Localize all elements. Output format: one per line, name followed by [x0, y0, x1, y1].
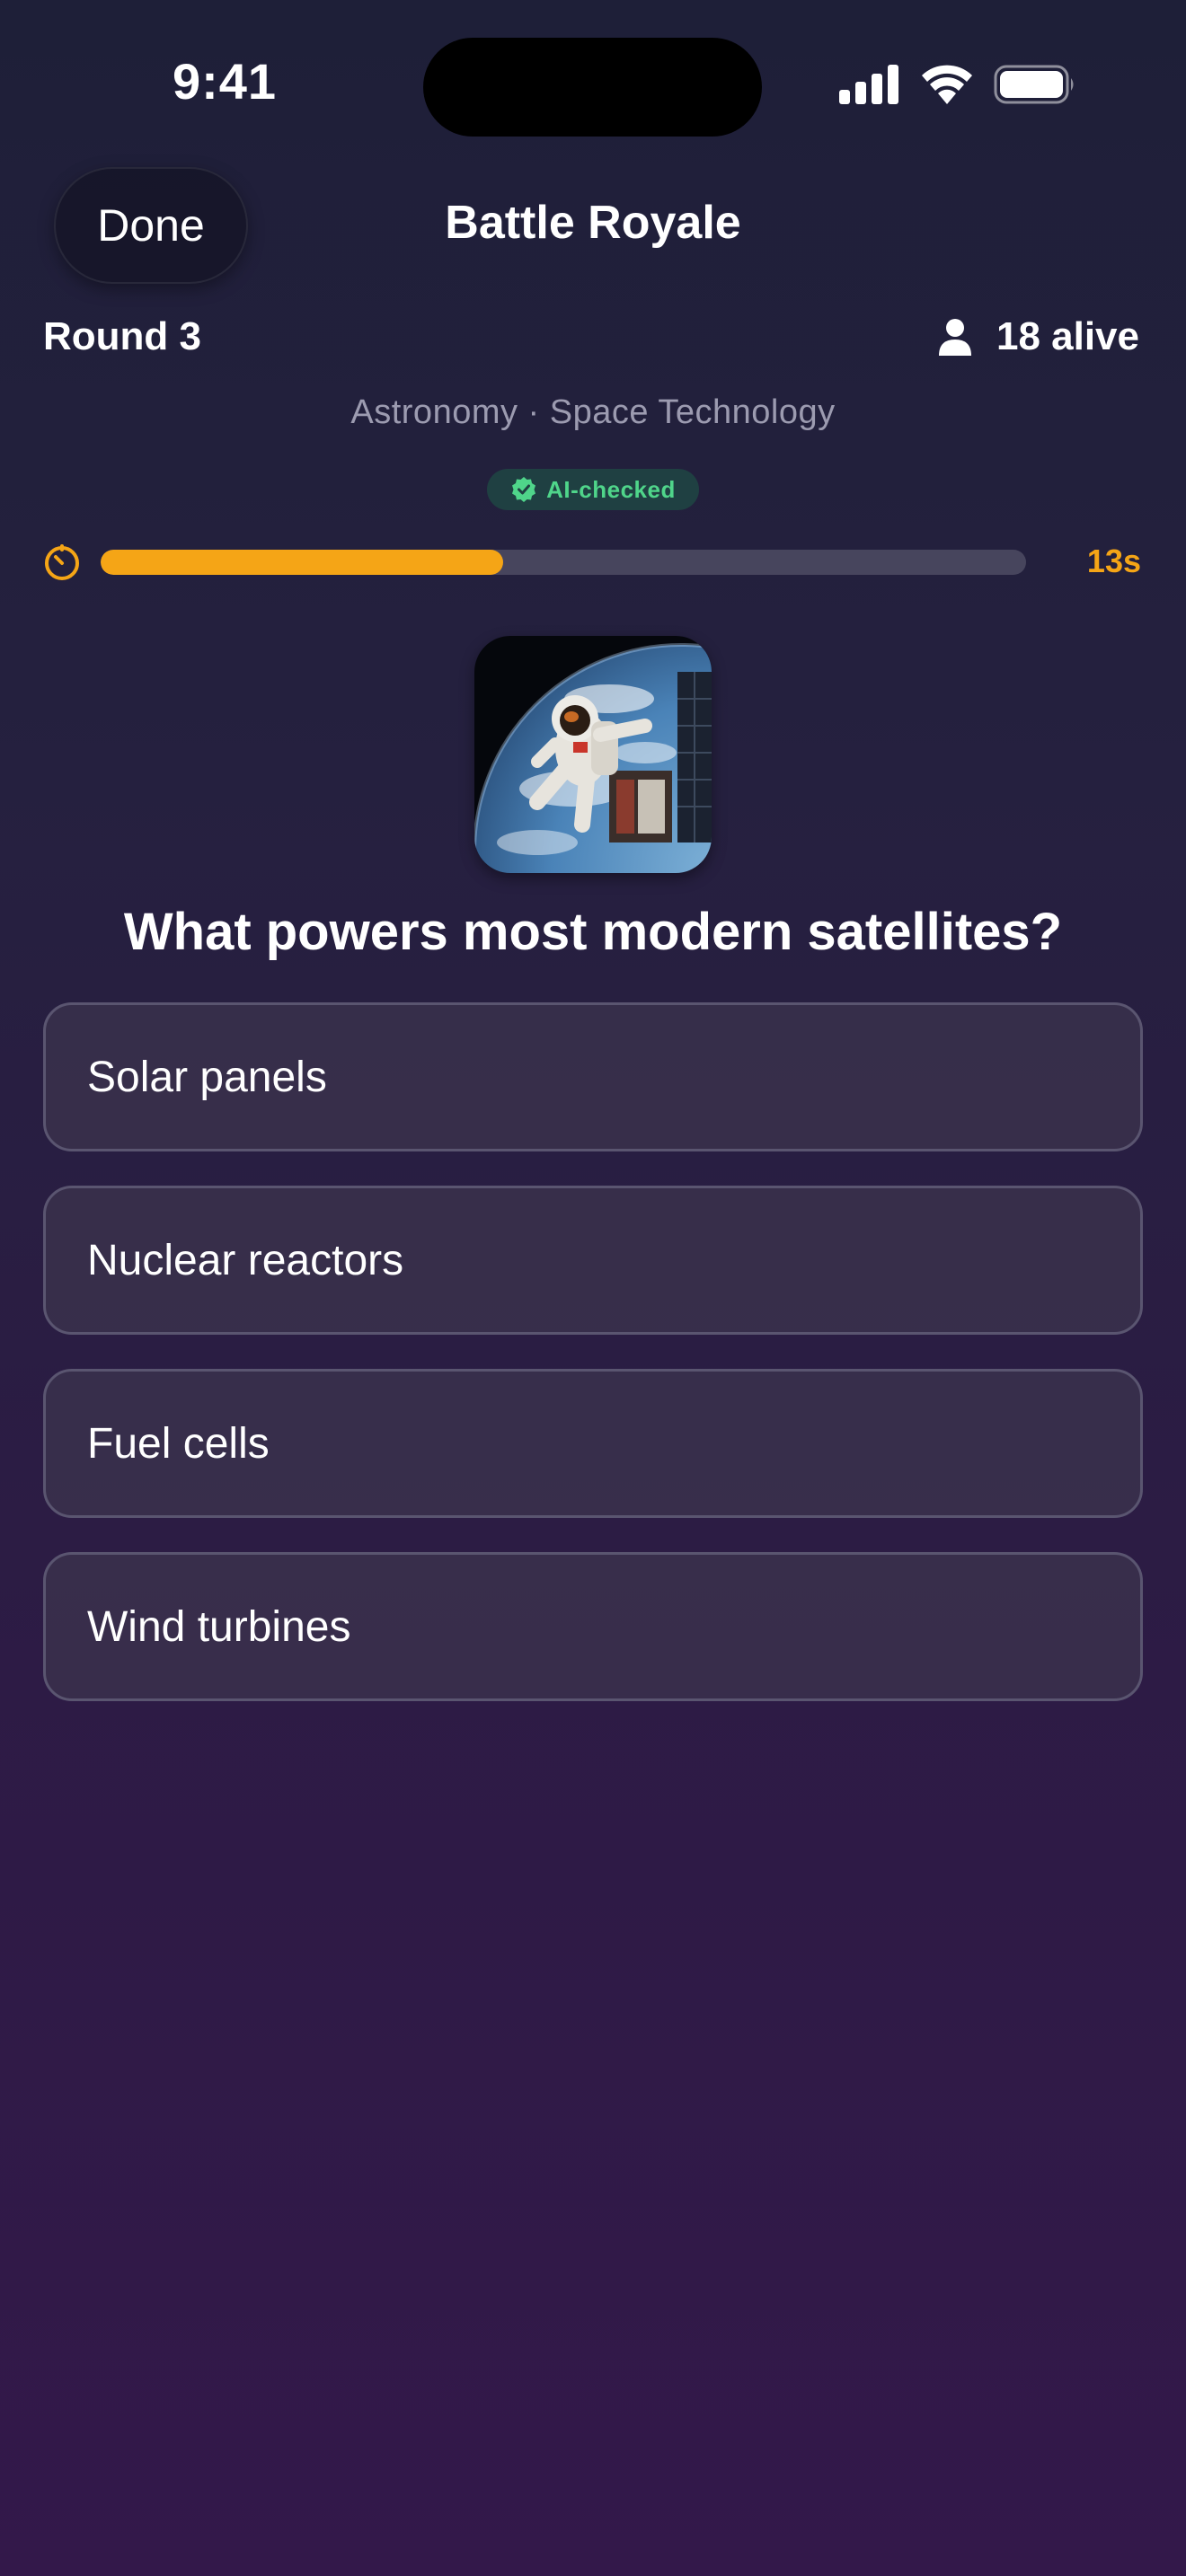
answer-option-fuel-cells[interactable]: Fuel cells — [43, 1369, 1143, 1518]
astronaut-image — [474, 636, 712, 873]
alive-count: 18 alive — [937, 314, 1139, 359]
question-text: What powers most modern satellites? — [123, 903, 1063, 961]
answer-list: Solar panels Nuclear reactors Fuel cells… — [43, 1002, 1143, 1735]
verified-check-icon — [512, 477, 536, 502]
timer-progress-fill — [101, 550, 504, 575]
wifi-icon — [922, 65, 972, 104]
page-title: Battle Royale — [445, 197, 741, 249]
category-label: Astronomy · Space Technology — [350, 393, 836, 431]
round-label: Round 3 — [43, 314, 201, 358]
answer-option-solar-panels[interactable]: Solar panels — [43, 1002, 1143, 1151]
cellular-signal-icon — [839, 65, 898, 104]
status-icons — [839, 65, 1076, 104]
timer-seconds: 13s — [1086, 543, 1141, 579]
status-time: 9:41 — [172, 53, 278, 110]
timer-icon — [45, 544, 79, 580]
quiz-screen: 9:41 Done Battle Royale Round 3 18 alive — [0, 0, 1186, 2576]
badge-label: AI-checked — [546, 475, 676, 503]
person-icon — [938, 319, 971, 356]
ai-checked-badge: AI-checked — [487, 469, 699, 510]
done-button[interactable]: Done — [54, 167, 248, 284]
answer-option-nuclear-reactors[interactable]: Nuclear reactors — [43, 1186, 1143, 1335]
dynamic-island — [423, 38, 762, 137]
timer-progress-bar — [101, 550, 1026, 575]
battery-icon — [994, 65, 1074, 104]
answer-option-wind-turbines[interactable]: Wind turbines — [43, 1552, 1143, 1701]
alive-label: 18 alive — [996, 314, 1139, 358]
